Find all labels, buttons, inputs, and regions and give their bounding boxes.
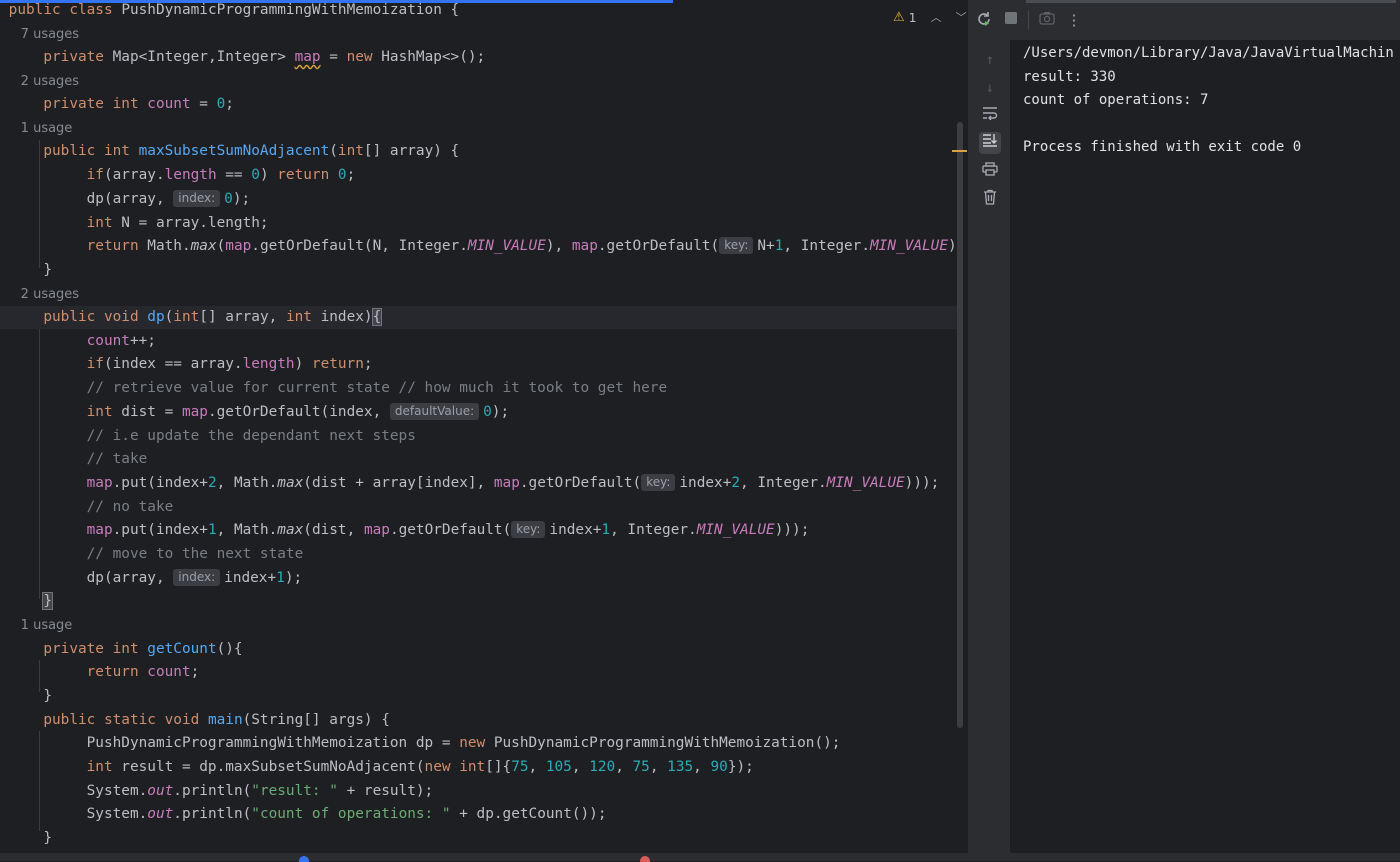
previous-highlight-icon[interactable]: ︿ xyxy=(931,9,942,25)
param-hint: index: xyxy=(173,190,221,207)
param-hint: key: xyxy=(719,237,754,254)
code-line[interactable]: private Map<Integer,Integer> map = new H… xyxy=(0,46,960,69)
code-line[interactable]: PushDynamicProgrammingWithMemoization dp… xyxy=(0,732,960,755)
usages-inlay[interactable]: 2 usages xyxy=(0,283,960,306)
status-indicator xyxy=(299,856,309,862)
usages-inlay[interactable]: 7 usages xyxy=(0,23,960,46)
code-comment[interactable]: // i.e update the dependant next steps xyxy=(0,425,960,448)
class-name: PushDynamicProgrammingWithMemoization xyxy=(121,2,442,18)
run-tool-window: ⋮ ↑ ↓ /Users/devmon/Library/Java/JavaVir… xyxy=(970,0,1400,861)
usages-inlay[interactable]: 1 usage xyxy=(0,117,960,140)
param-hint: key: xyxy=(511,521,546,538)
console-line: Process finished with exit code 0 xyxy=(1023,139,1302,156)
code-line[interactable]: private int getCount(){ xyxy=(0,638,960,661)
code-comment[interactable]: // move to the next state xyxy=(0,543,960,566)
warning-stripe-marker[interactable] xyxy=(952,150,967,152)
more-icon[interactable]: ⋮ xyxy=(1064,10,1084,30)
code-line[interactable]: } xyxy=(0,590,960,613)
code-line[interactable]: public class PushDynamicProgrammingWithM… xyxy=(0,0,960,22)
code-comment[interactable]: // take xyxy=(0,448,960,471)
code-line[interactable]: if(index == array.length) return; xyxy=(0,353,960,376)
soft-wrap-icon[interactable] xyxy=(979,105,1001,127)
console-side-toolbar: ↑ ↓ xyxy=(970,40,1010,861)
horizontal-scrollbar[interactable] xyxy=(1026,0,1396,3)
param-hint: defaultValue: xyxy=(389,403,480,420)
stop-icon[interactable] xyxy=(1001,10,1021,30)
code-line[interactable]: public int maxSubsetSumNoAdjacent(int[] … xyxy=(0,140,960,163)
code-line[interactable]: count++; xyxy=(0,330,960,353)
code-line[interactable]: dp(array, index: index+1); xyxy=(0,567,960,590)
code-line[interactable]: map.put(index+1, Math.max(dist, map.getO… xyxy=(0,519,960,542)
console-line: result: 330 xyxy=(1023,68,1116,85)
console-line: /Users/devmon/Library/Java/JavaVirtualMa… xyxy=(1023,45,1393,61)
toolbar-separator xyxy=(1028,10,1029,30)
code-line[interactable]: } xyxy=(0,259,960,282)
next-highlight-icon[interactable]: ﹀ xyxy=(956,9,967,25)
code-line[interactable]: private int count = 0; xyxy=(0,93,960,116)
usages-inlay[interactable]: 2 usages xyxy=(0,70,960,93)
rerun-icon[interactable] xyxy=(974,10,994,30)
param-hint: key: xyxy=(641,474,676,491)
status-indicator xyxy=(640,856,650,862)
code-editor[interactable]: public class PushDynamicProgrammingWithM… xyxy=(0,0,968,861)
code-line[interactable]: return Math.max(map.getOrDefault(N, Inte… xyxy=(0,235,968,258)
console-output[interactable]: /Users/devmon/Library/Java/JavaVirtualMa… xyxy=(1023,42,1393,160)
code-line[interactable]: } xyxy=(0,685,960,708)
code-line[interactable]: System.out.println("count of operations:… xyxy=(0,803,960,826)
param-hint: index: xyxy=(173,569,221,586)
code-comment[interactable]: // no take xyxy=(0,496,960,519)
code-line[interactable]: int result = dp.maxSubsetSumNoAdjacent(n… xyxy=(0,756,960,779)
usages-inlay[interactable]: 1 usage xyxy=(0,614,960,637)
code-line[interactable]: if(array.length == 0) return 0; xyxy=(0,164,960,187)
vertical-scrollbar[interactable] xyxy=(957,122,963,728)
code-line[interactable]: int N = array.length; xyxy=(0,212,960,235)
code-line-current[interactable]: public void dp(int[] array, int index){ xyxy=(0,306,960,329)
print-icon[interactable] xyxy=(979,161,1001,183)
code-comment[interactable]: // retrieve value for current state // h… xyxy=(0,377,960,400)
code-line[interactable]: map.put(index+2, Math.max(dist + array[i… xyxy=(0,472,960,495)
status-bar xyxy=(0,853,1400,861)
code-line[interactable]: int dist = map.getOrDefault(index, defau… xyxy=(0,401,960,424)
up-arrow-icon[interactable]: ↑ xyxy=(979,49,1001,71)
code-line[interactable]: dp(array, index: 0); xyxy=(0,188,960,211)
warning-count: 1 xyxy=(908,9,917,25)
code-line[interactable]: System.out.println("result: " + result); xyxy=(0,780,960,803)
inspection-widget[interactable]: ⚠ 1 ︿ ﹀ xyxy=(893,9,967,25)
trash-icon[interactable] xyxy=(979,189,1001,211)
code-line[interactable]: return count; xyxy=(0,661,960,684)
camera-icon[interactable] xyxy=(1037,10,1057,30)
scroll-to-end-icon[interactable] xyxy=(979,132,1001,154)
code-line[interactable]: public static void main(String[] args) { xyxy=(0,709,960,732)
code-line[interactable]: } xyxy=(0,827,960,850)
run-toolbar: ⋮ xyxy=(970,0,1400,40)
warning-icon: ⚠ xyxy=(893,9,905,25)
down-arrow-icon[interactable]: ↓ xyxy=(979,77,1001,99)
console-line: count of operations: 7 xyxy=(1023,92,1209,109)
